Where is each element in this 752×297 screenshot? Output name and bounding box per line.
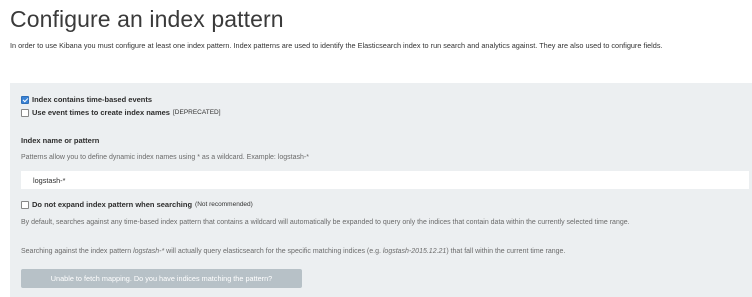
- create-index-pattern-button[interactable]: Unable to fetch mapping. Do you have ind…: [21, 269, 302, 288]
- event-times-label: Use event times to create index names: [32, 108, 170, 117]
- event-times-checkbox[interactable]: [21, 108, 29, 117]
- index-pattern-form: Index contains time-based events Use eve…: [10, 83, 752, 297]
- deprecated-tag: [DEPRECATED]: [172, 109, 221, 116]
- index-name-input[interactable]: [21, 171, 749, 189]
- time-based-label: Index contains time-based events: [32, 95, 153, 104]
- not-recommended-tag: (Not recommended): [195, 201, 253, 208]
- event-times-checkbox-row[interactable]: Use event times to create index names [D…: [21, 108, 221, 117]
- time-based-checkbox-row[interactable]: Index contains time-based events: [21, 95, 152, 104]
- no-expand-checkbox[interactable]: [21, 200, 29, 209]
- expand-description: By default, searches against any time-ba…: [21, 219, 630, 226]
- query-description: Searching against the index pattern logs…: [21, 246, 743, 257]
- index-name-label: Index name or pattern: [21, 136, 100, 145]
- no-expand-checkbox-row[interactable]: Do not expand index pattern when searchi…: [21, 200, 253, 209]
- page-title: Configure an index pattern: [10, 6, 284, 32]
- query-desc-suffix: ) that fall within the current time rang…: [446, 248, 566, 255]
- intro-text: In order to use Kibana you must configur…: [10, 41, 663, 50]
- query-desc-prefix: Searching against the index pattern: [21, 248, 134, 255]
- no-expand-label: Do not expand index pattern when searchi…: [32, 200, 193, 209]
- query-desc-example: logstash-2015.12.21: [382, 248, 447, 255]
- query-desc-pattern: logstash-*: [133, 248, 165, 255]
- time-based-checkbox[interactable]: [21, 95, 29, 104]
- index-name-hint: Patterns allow you to define dynamic ind…: [21, 154, 309, 161]
- query-desc-middle: will actually query elasticsearch for th…: [164, 248, 383, 255]
